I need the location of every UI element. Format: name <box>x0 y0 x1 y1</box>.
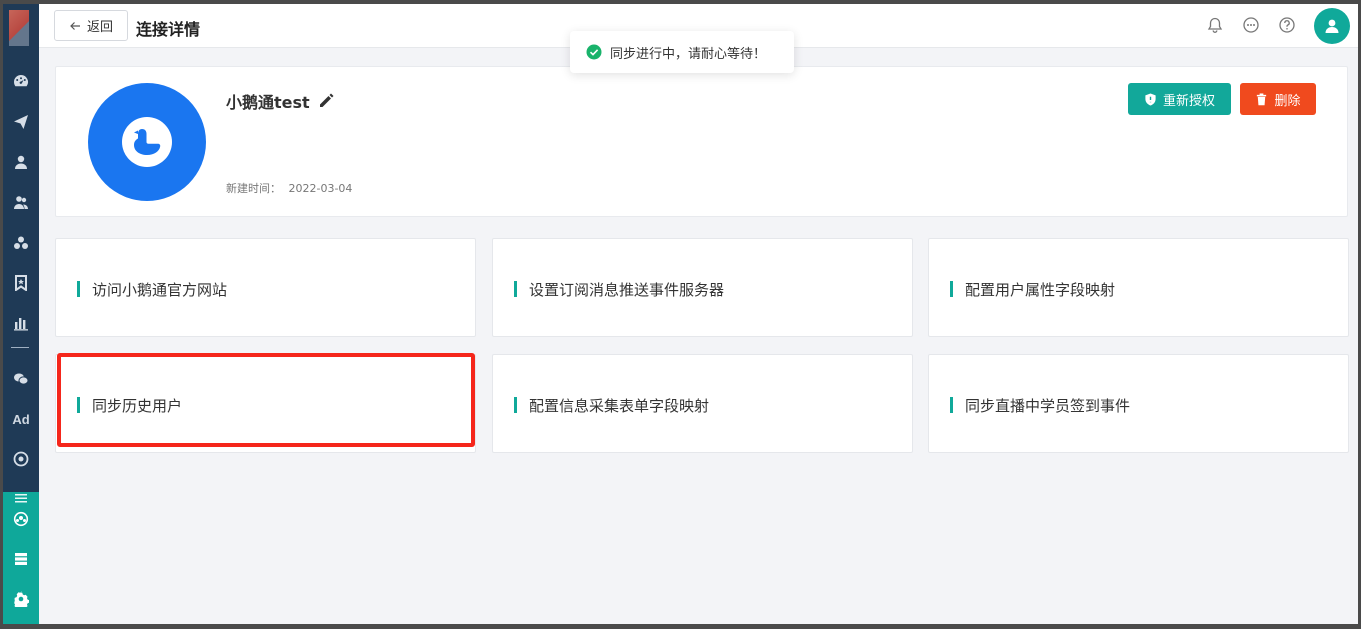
edit-icon[interactable] <box>318 93 334 109</box>
toast-message: 同步进行中，请耐心等待！ <box>610 46 767 62</box>
reauthorize-label: 重新授权 <box>1162 93 1215 109</box>
brand-logo <box>9 10 29 46</box>
ad-icon[interactable]: Ad <box>10 408 32 430</box>
connection-name: 小鹅通test <box>226 89 334 113</box>
card-accent-bar <box>950 281 953 297</box>
connection-name-text: 小鹅通test <box>226 93 310 112</box>
card-event-server[interactable]: 设置订阅消息推送事件服务器 <box>492 238 913 337</box>
card-user-field-mapping[interactable]: 配置用户属性字段映射 <box>928 238 1349 337</box>
connection-info-card: 小鹅通test 新建时间： 2022-03-04 重新授权 删除 <box>55 66 1348 217</box>
users-icon[interactable] <box>10 191 32 213</box>
delete-label: 删除 <box>1274 93 1301 109</box>
card-label: 同步直播中学员签到事件 <box>965 397 1131 415</box>
arrow-left-icon <box>70 21 80 30</box>
gear-icon[interactable] <box>10 588 32 610</box>
target-icon[interactable] <box>10 448 32 470</box>
help-icon[interactable] <box>1278 16 1298 36</box>
created-time: 新建时间： 2022-03-04 <box>226 180 352 196</box>
check-circle-icon <box>586 44 602 60</box>
card-label: 设置订阅消息推送事件服务器 <box>529 281 725 299</box>
card-label: 配置信息采集表单字段映射 <box>529 397 710 415</box>
bell-icon[interactable] <box>1206 16 1226 36</box>
delete-button[interactable]: 删除 <box>1240 83 1316 115</box>
user-avatar[interactable] <box>1314 8 1350 44</box>
card-label: 同步历史用户 <box>92 397 183 415</box>
reauthorize-button[interactable]: 重新授权 <box>1128 83 1231 115</box>
list-icon[interactable] <box>10 488 32 510</box>
group-icon[interactable] <box>10 508 32 530</box>
send-icon[interactable] <box>10 111 32 133</box>
app-window: Ad 返回 连接详情 同步进行中，请耐心等待！ 小鹅通test 新建时间： 20… <box>3 4 1358 624</box>
created-label: 新建时间： <box>226 182 281 195</box>
card-accent-bar <box>950 397 953 413</box>
bookmark-icon[interactable] <box>10 272 32 294</box>
sidebar-divider <box>11 347 29 348</box>
user-icon[interactable] <box>10 151 32 173</box>
dashboard-icon[interactable] <box>10 70 32 92</box>
cluster-icon[interactable] <box>10 232 32 254</box>
goose-logo-icon <box>122 117 172 167</box>
wechat-icon[interactable] <box>10 368 32 390</box>
card-accent-bar <box>77 397 80 413</box>
page-title: 连接详情 <box>136 20 201 39</box>
card-form-field-mapping[interactable]: 配置信息采集表单字段映射 <box>492 354 913 453</box>
card-visit-website[interactable]: 访问小鹅通官方网站 <box>55 238 476 337</box>
card-label: 访问小鹅通官方网站 <box>92 281 228 299</box>
card-accent-bar <box>514 397 517 413</box>
sidebar: Ad <box>3 4 39 624</box>
card-sync-history-users[interactable]: 同步历史用户 <box>55 354 476 453</box>
created-date: 2022-03-04 <box>288 182 353 195</box>
back-button-label: 返回 <box>86 20 113 35</box>
card-accent-bar <box>77 281 80 297</box>
back-button[interactable]: 返回 <box>54 10 128 41</box>
trash-icon <box>1257 92 1267 105</box>
user-icon <box>1325 19 1339 33</box>
shield-icon <box>1145 92 1156 106</box>
sync-toast: 同步进行中，请耐心等待！ <box>570 31 794 73</box>
card-sync-checkin-events[interactable]: 同步直播中学员签到事件 <box>928 354 1349 453</box>
app-logo <box>88 83 206 201</box>
card-accent-bar <box>514 281 517 297</box>
card-label: 配置用户属性字段映射 <box>965 281 1116 299</box>
chat-icon[interactable] <box>1242 16 1262 36</box>
bar-chart-icon[interactable] <box>10 312 32 334</box>
server-icon[interactable] <box>10 548 32 570</box>
